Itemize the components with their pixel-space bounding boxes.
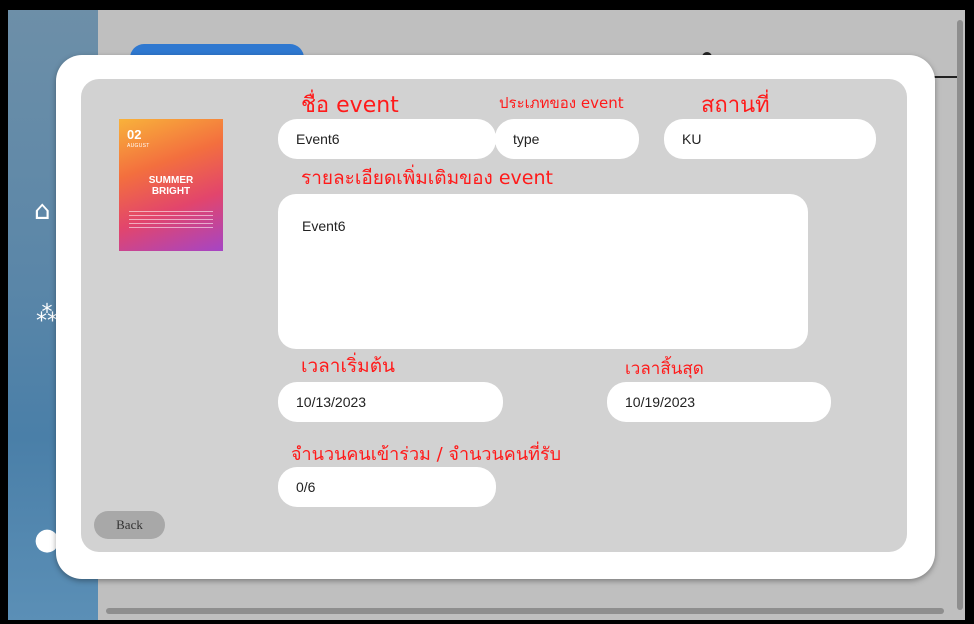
event-type-label: ประเภทของ event (499, 94, 624, 112)
event-details-textarea[interactable]: Event6 (278, 194, 808, 349)
vertical-scrollbar[interactable] (957, 20, 963, 610)
event-poster-image: 02 AUGUST SUMMER BRIGHT (119, 119, 223, 251)
horizontal-scrollbar[interactable] (106, 608, 944, 614)
back-button[interactable]: Back (94, 511, 165, 539)
poster-title-line2: BRIGHT (151, 186, 191, 197)
poster-date: 02 (127, 127, 142, 142)
event-name-field[interactable]: Event6 (278, 119, 496, 159)
event-type-field[interactable]: type (495, 119, 639, 159)
end-time-label: เวลาสิ้นสุด (625, 359, 704, 379)
participants-label: จำนวนคนเข้าร่วม / จำนวนคนที่รับ (291, 444, 562, 465)
home-icon: ⌂ (34, 196, 51, 226)
event-detail-panel: 02 AUGUST SUMMER BRIGHT ชื่อ event ประเภ… (81, 79, 907, 552)
event-location-field[interactable]: KU (664, 119, 876, 159)
event-details-label: รายละเอียดเพิ่มเติมของ event (301, 167, 553, 189)
event-detail-modal: 02 AUGUST SUMMER BRIGHT ชื่อ event ประเภ… (56, 55, 935, 579)
group-icon: ⁂ (36, 302, 58, 327)
poster-title-line1: SUMMER (148, 175, 194, 186)
event-name-label: ชื่อ event (301, 93, 399, 118)
participants-field[interactable]: 0/6 (278, 467, 496, 507)
poster-month: AUGUST (127, 143, 150, 149)
event-location-label: สถานที่ (701, 93, 770, 118)
poster-text-lines (129, 211, 213, 231)
start-time-label: เวลาเริ่มต้น (301, 355, 396, 377)
poster-title: SUMMER BRIGHT (119, 175, 223, 197)
end-time-field[interactable]: 10/19/2023 (607, 382, 831, 422)
start-time-field[interactable]: 10/13/2023 (278, 382, 503, 422)
